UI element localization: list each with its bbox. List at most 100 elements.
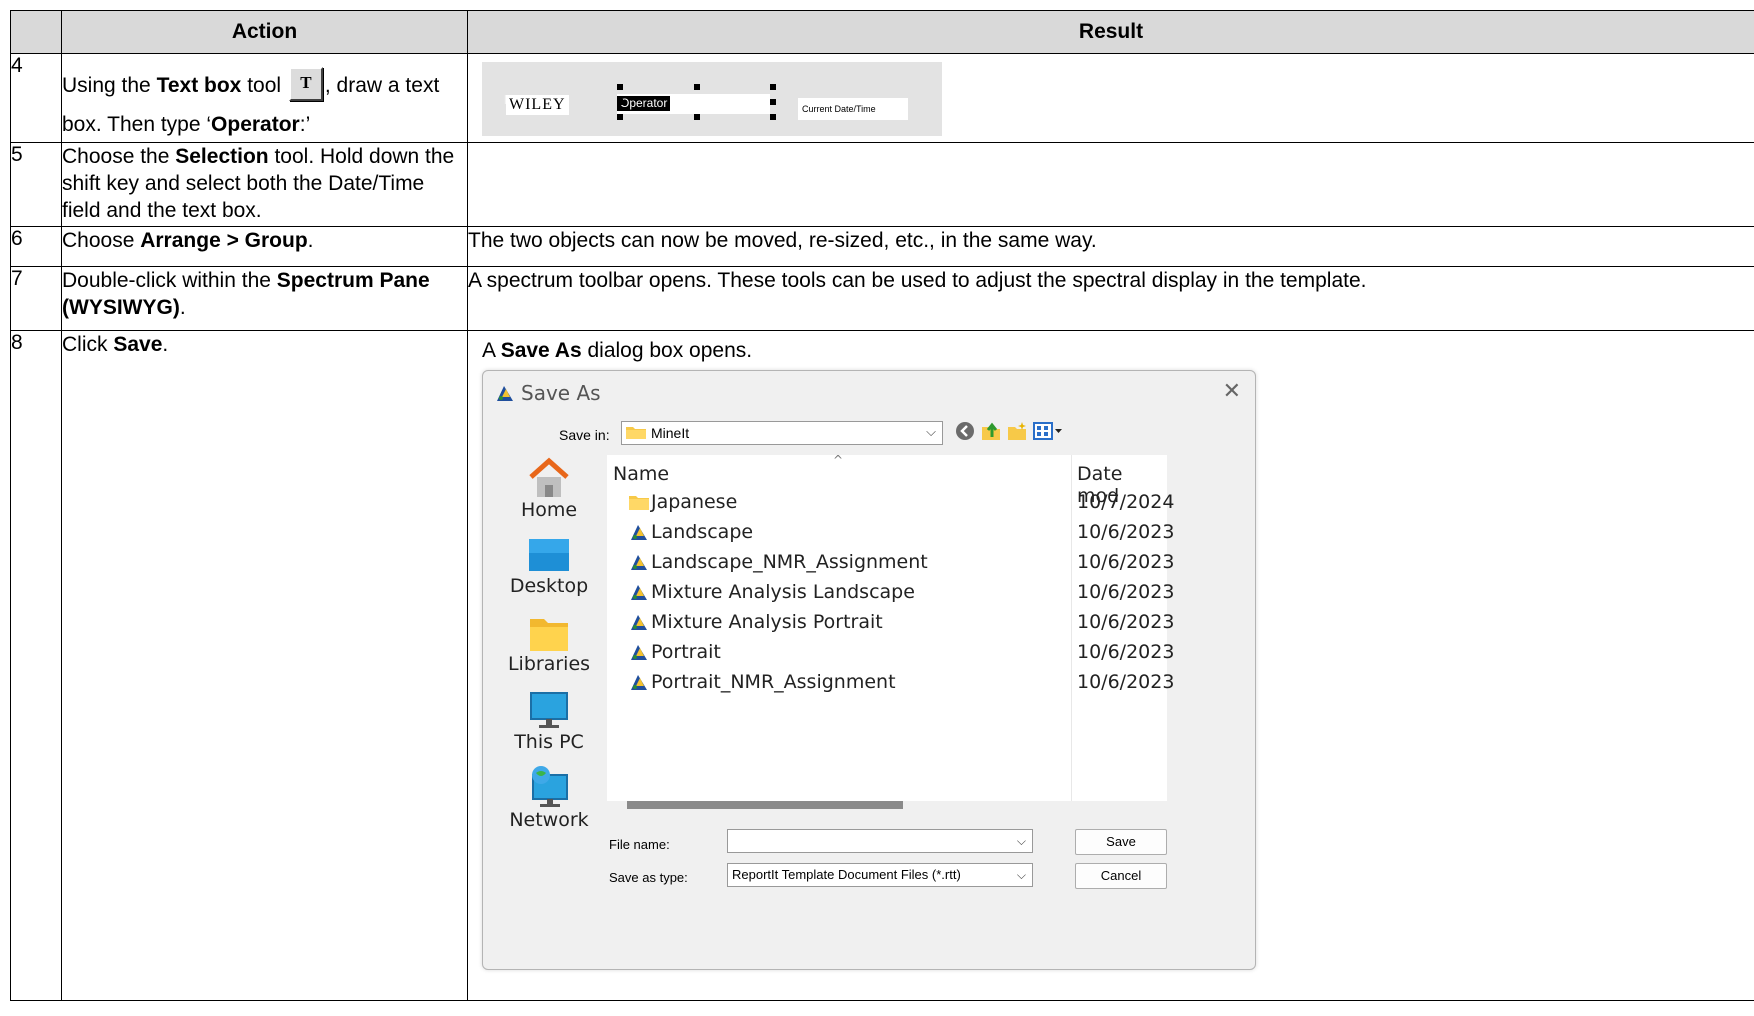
place-label: This PC: [514, 731, 584, 753]
horizontal-scrollbar[interactable]: [627, 801, 903, 809]
file-name: Japanese: [651, 491, 738, 513]
file-name: Portrait_NMR_Assignment: [651, 671, 896, 693]
header-result: Result: [467, 10, 1754, 54]
procedure-table: Action Result 4 Using the Text box tool …: [10, 10, 1754, 1001]
file-name-input[interactable]: ⌵: [727, 829, 1033, 853]
action-text: Choose: [62, 229, 141, 252]
save-button[interactable]: Save: [1075, 829, 1167, 855]
result-text: A: [482, 339, 501, 362]
place-this-pc[interactable]: This PC: [491, 691, 607, 753]
reportit-file-icon: [631, 675, 647, 690]
file-date: 10/6/2023: [1077, 611, 1175, 633]
reportit-app-icon: [495, 383, 515, 403]
file-date: 10/6/2023: [1077, 581, 1175, 603]
action-text: .: [179, 296, 186, 319]
places-bar: Home Desktop Libraries This PC Network: [491, 457, 607, 871]
chevron-down-icon: ⌵: [1016, 868, 1026, 882]
column-header-name[interactable]: Name: [613, 463, 669, 485]
selection-handle: [694, 84, 700, 90]
reportit-file-icon: [631, 525, 647, 540]
file-name: Portrait: [651, 641, 721, 663]
place-network[interactable]: Network: [491, 765, 607, 831]
action-text: Choose the: [62, 145, 176, 168]
reportit-file-icon: [631, 555, 647, 570]
place-label: Libraries: [507, 653, 591, 675]
save-in-dropdown[interactable]: MineIt ⌵: [621, 421, 943, 445]
reportit-file-icon: [631, 585, 647, 600]
new-folder-icon[interactable]: [1007, 421, 1027, 446]
file-row[interactable]: Landscape_NMR_Assignment: [629, 547, 928, 577]
save-as-dialog: Save As ✕ Save in: MineIt ⌵ Home Desktop…: [482, 370, 1256, 970]
libraries-icon: [530, 619, 568, 651]
action-bold: Selection: [175, 145, 269, 168]
result-cell: A spectrum toolbar opens. These tools ca…: [467, 266, 1754, 331]
save-as-type-label: Save as type:: [609, 870, 688, 885]
selection-handle: [617, 99, 623, 105]
action-text: Double-click within the: [62, 269, 277, 292]
file-date: 10/6/2023: [1077, 641, 1175, 663]
step-number: 8: [10, 330, 62, 1001]
template-preview-image: R WILEY Operator Current Date/Time: [482, 62, 942, 136]
current-datetime-field: Current Date/Time: [798, 98, 908, 120]
file-row[interactable]: Mixture Analysis Landscape: [629, 577, 915, 607]
file-date: 10/6/2023: [1077, 671, 1175, 693]
view-menu-icon[interactable]: [1033, 421, 1063, 446]
action-text: Click: [62, 333, 114, 356]
file-name: Mixture Analysis Landscape: [651, 581, 915, 603]
save-as-type-value: ReportIt Template Document Files (*.rtt): [732, 867, 961, 882]
reportit-file-icon: [631, 645, 647, 660]
save-in-value: MineIt: [651, 425, 690, 441]
place-desktop[interactable]: Desktop: [491, 537, 607, 597]
action-cell: Using the Text box tool T, draw a text b…: [61, 53, 468, 143]
save-as-type-dropdown[interactable]: ReportIt Template Document Files (*.rtt)…: [727, 863, 1033, 887]
chevron-down-icon: ⌵: [926, 424, 936, 439]
result-cell: [467, 142, 1754, 227]
file-list[interactable]: Name ^ Date mod Japanese 10/7/2024 Lands…: [607, 453, 1174, 801]
action-cell: Choose Arrange > Group.: [61, 226, 468, 267]
file-row[interactable]: Portrait: [629, 637, 721, 667]
action-bold: Text box: [156, 74, 242, 97]
dialog-toolbar: [955, 421, 1063, 446]
file-row[interactable]: Mixture Analysis Portrait: [629, 607, 883, 637]
action-cell: Double-click within the Spectrum Pane (W…: [61, 266, 468, 331]
step-number: 6: [10, 226, 62, 267]
action-bold: Arrange > Group: [140, 229, 308, 252]
result-text: dialog box opens.: [581, 339, 753, 362]
step-number: 4: [10, 53, 62, 143]
file-date: 10/7/2024: [1077, 491, 1175, 513]
header-action: Action: [61, 10, 468, 54]
file-name: Landscape: [651, 521, 754, 543]
selection-handle: [770, 99, 776, 105]
dialog-title: Save As: [521, 381, 601, 405]
file-row[interactable]: Japanese: [629, 487, 737, 517]
place-home[interactable]: Home: [491, 457, 607, 521]
place-label: Home: [520, 499, 578, 521]
selection-handle: [770, 84, 776, 90]
result-cell: A Save As dialog box opens. Save As ✕ Sa…: [467, 330, 1754, 1001]
sort-caret-icon: ^: [833, 453, 844, 467]
chevron-down-icon[interactable]: ⌵: [1017, 830, 1026, 852]
file-date: 10/6/2023: [1077, 521, 1175, 543]
file-date: 10/6/2023: [1077, 551, 1175, 573]
up-folder-icon[interactable]: [981, 421, 1001, 446]
action-bold: Save: [113, 333, 163, 356]
action-cell: Click Save.: [61, 330, 468, 1001]
cancel-button[interactable]: Cancel: [1075, 863, 1167, 889]
back-icon[interactable]: [955, 421, 975, 446]
selection-handle: [770, 114, 776, 120]
file-row[interactable]: Portrait_NMR_Assignment: [629, 667, 896, 697]
place-libraries[interactable]: Libraries: [491, 615, 607, 675]
close-icon[interactable]: ✕: [1223, 379, 1241, 404]
action-text: .: [307, 229, 314, 252]
folder-icon: [626, 425, 646, 442]
result-cell: R WILEY Operator Current Date/Time: [467, 53, 1754, 143]
reportit-file-icon: [631, 615, 647, 630]
selection-handle: [617, 84, 623, 90]
operator-text: Operator: [617, 96, 671, 111]
column-separator[interactable]: [1071, 455, 1072, 801]
file-name: Landscape_NMR_Assignment: [651, 551, 928, 573]
result-bold: Save As: [500, 339, 582, 362]
file-row[interactable]: Landscape: [629, 517, 753, 547]
action-text: .: [162, 333, 169, 356]
action-text: :’: [299, 113, 311, 136]
